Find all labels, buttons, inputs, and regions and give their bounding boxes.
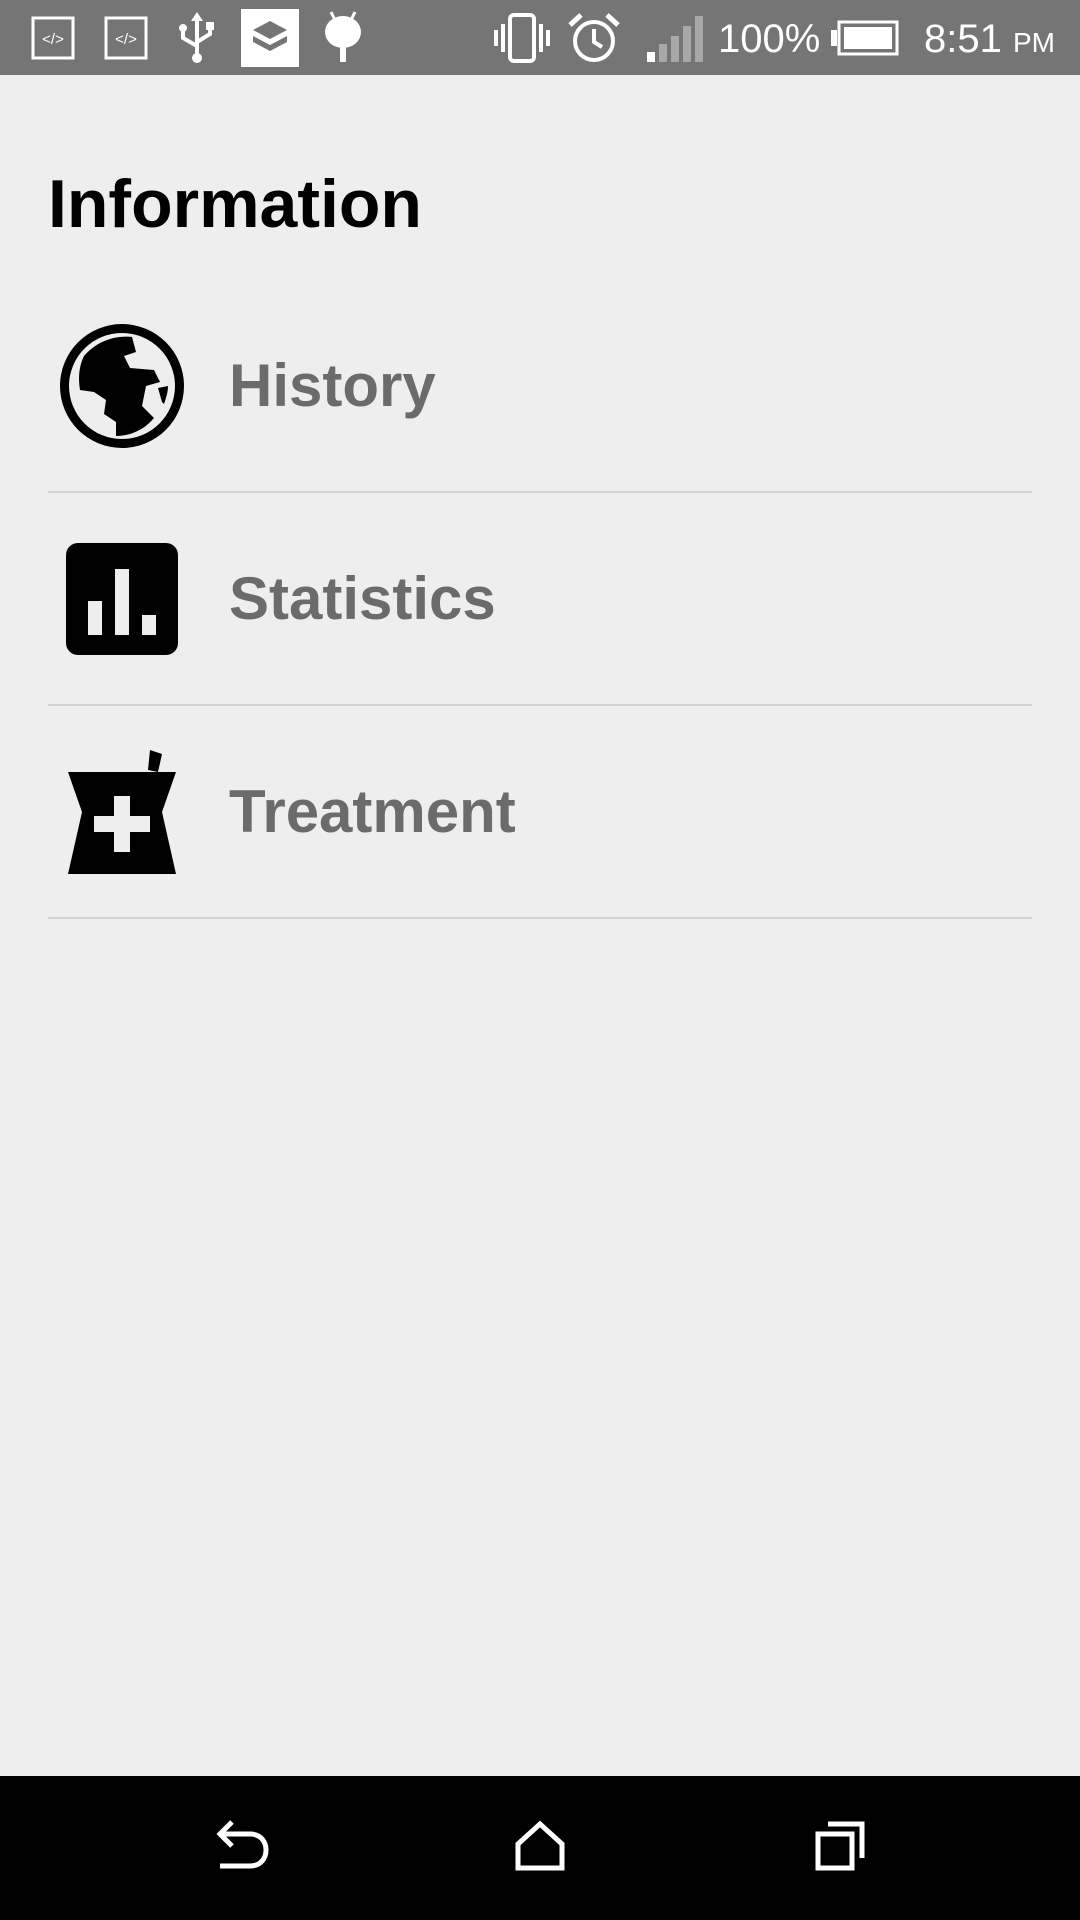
bar-chart-icon [56,533,188,665]
status-bar: </> </> 100% 8:51 PM [0,0,1080,75]
recents-button[interactable] [750,1776,930,1920]
app-icon [240,0,300,75]
back-button[interactable] [150,1776,330,1920]
battery-icon [830,0,900,75]
menu-item-label: Statistics [229,565,496,632]
menu-item-history[interactable]: History [48,280,1032,493]
clock-suffix: PM [1012,27,1055,58]
recents-icon [814,1820,866,1877]
page-title: Information [48,166,422,242]
code-icon: </> [103,0,149,75]
screen: </> </> 100% 8:51 PM Information History… [0,0,1080,1920]
home-icon [514,1820,566,1877]
android-icon [322,0,364,75]
globe-icon [56,320,188,452]
vibrate-icon [492,0,552,75]
back-icon [210,1819,270,1877]
battery-percentage: 100% [718,17,821,61]
alarm-icon [566,0,622,75]
pharmacy-icon [56,746,188,878]
menu-list: History Statistics Treatment [48,280,1032,919]
clock: 8:51 PM [924,0,1055,75]
menu-item-treatment[interactable]: Treatment [48,706,1032,919]
menu-item-statistics[interactable]: Statistics [48,493,1032,706]
navigation-bar [0,1776,1080,1920]
menu-item-label: Treatment [229,778,516,845]
home-button[interactable] [450,1776,630,1920]
code-icon: </> [30,0,76,75]
clock-time: 8:51 [924,17,1002,61]
svg-text:</>: </> [42,31,64,48]
usb-icon [173,0,221,75]
signal-icon [644,0,704,75]
svg-text:</>: </> [115,31,137,48]
menu-item-label: History [229,352,436,419]
